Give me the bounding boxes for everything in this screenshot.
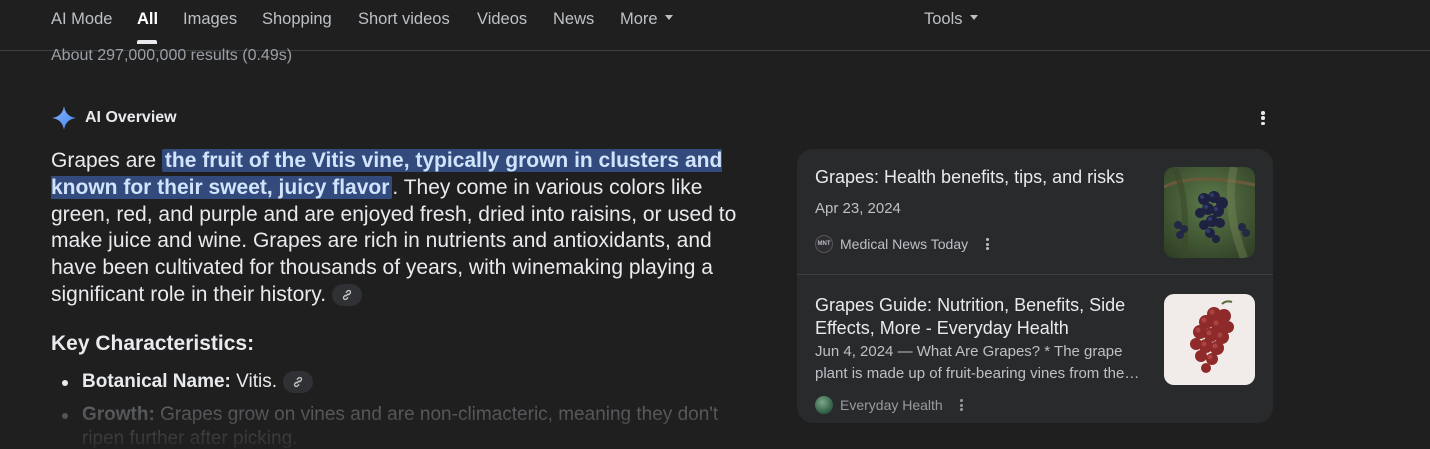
ai-overview-header: AI Overview (51, 104, 177, 132)
tab-ai-mode[interactable]: AI Mode (51, 10, 112, 29)
characteristics-list: Botanical Name: Vitis. Growth: Grapes gr… (62, 370, 752, 449)
sparkle-icon (52, 106, 76, 130)
link-icon[interactable] (282, 370, 313, 393)
tab-short-videos[interactable]: Short videos (358, 10, 450, 29)
bullet-label: Growth: (82, 404, 155, 425)
ai-overview-title: AI Overview (85, 109, 177, 126)
link-icon[interactable] (332, 284, 363, 307)
grapes-vineyard-image[interactable] (1164, 167, 1255, 258)
ai-overview-more-options-icon[interactable] (1254, 108, 1272, 128)
source-card[interactable]: Grapes: Health benefits, tips, and risks… (797, 149, 1273, 275)
source-site-name: Medical News Today (840, 236, 969, 252)
source-snippet: Jun 4, 2024 — What Are Grapes? * The gra… (815, 343, 1140, 382)
source-site: Everyday Health (815, 396, 967, 414)
tab-shopping[interactable]: Shopping (262, 10, 332, 29)
medical-news-today-favicon-icon: MNT (815, 235, 833, 253)
results-count: About 297,000,000 results (0.49s) (51, 47, 293, 64)
ai-overview-text: Grapes are the fruit of the Vitis vine, … (51, 148, 751, 309)
bullet-label: Botanical Name: (82, 371, 231, 392)
source-site: MNT Medical News Today (815, 235, 992, 253)
list-item: Botanical Name: Vitis. (62, 370, 752, 394)
sources-panel: Grapes: Health benefits, tips, and risks… (797, 149, 1273, 423)
source-date: Apr 23, 2024 (815, 200, 901, 217)
search-tabs-bar: AI Mode All Images Shopping Short videos… (0, 0, 1430, 51)
source-card[interactable]: Grapes Guide: Nutrition, Benefits, Side … (797, 275, 1273, 423)
tab-videos[interactable]: Videos (477, 10, 527, 29)
key-characteristics-heading: Key Characteristics: (51, 332, 255, 355)
bullet-text: Vitis. (230, 371, 277, 392)
active-tab-indicator (137, 40, 157, 44)
everyday-health-favicon-icon (815, 396, 833, 414)
source-title[interactable]: Grapes: Health benefits, tips, and risks (815, 166, 1145, 189)
source-more-options-icon[interactable] (957, 397, 967, 413)
overview-intro-prefix: Grapes are (51, 149, 162, 172)
red-grapes-bunch-image[interactable] (1164, 294, 1255, 385)
source-more-options-icon[interactable] (982, 236, 992, 252)
search-results-page: AI Mode All Images Shopping Short videos… (0, 0, 1430, 449)
bullet-text: Grapes grow on vines and are non-climact… (82, 404, 719, 449)
source-site-name: Everyday Health (840, 397, 943, 413)
tab-more-label: More (620, 10, 658, 28)
tab-all[interactable]: All (137, 10, 158, 29)
tab-more[interactable]: More (620, 10, 673, 29)
tools-button[interactable]: Tools (924, 10, 978, 29)
source-title[interactable]: Grapes Guide: Nutrition, Benefits, Side … (815, 294, 1145, 339)
chevron-down-icon (969, 15, 978, 21)
list-item: Growth: Grapes grow on vines and are non… (62, 403, 752, 449)
chevron-down-icon (664, 15, 673, 21)
tab-images[interactable]: Images (183, 10, 237, 29)
tab-news[interactable]: News (553, 10, 594, 29)
tools-label: Tools (924, 10, 963, 28)
